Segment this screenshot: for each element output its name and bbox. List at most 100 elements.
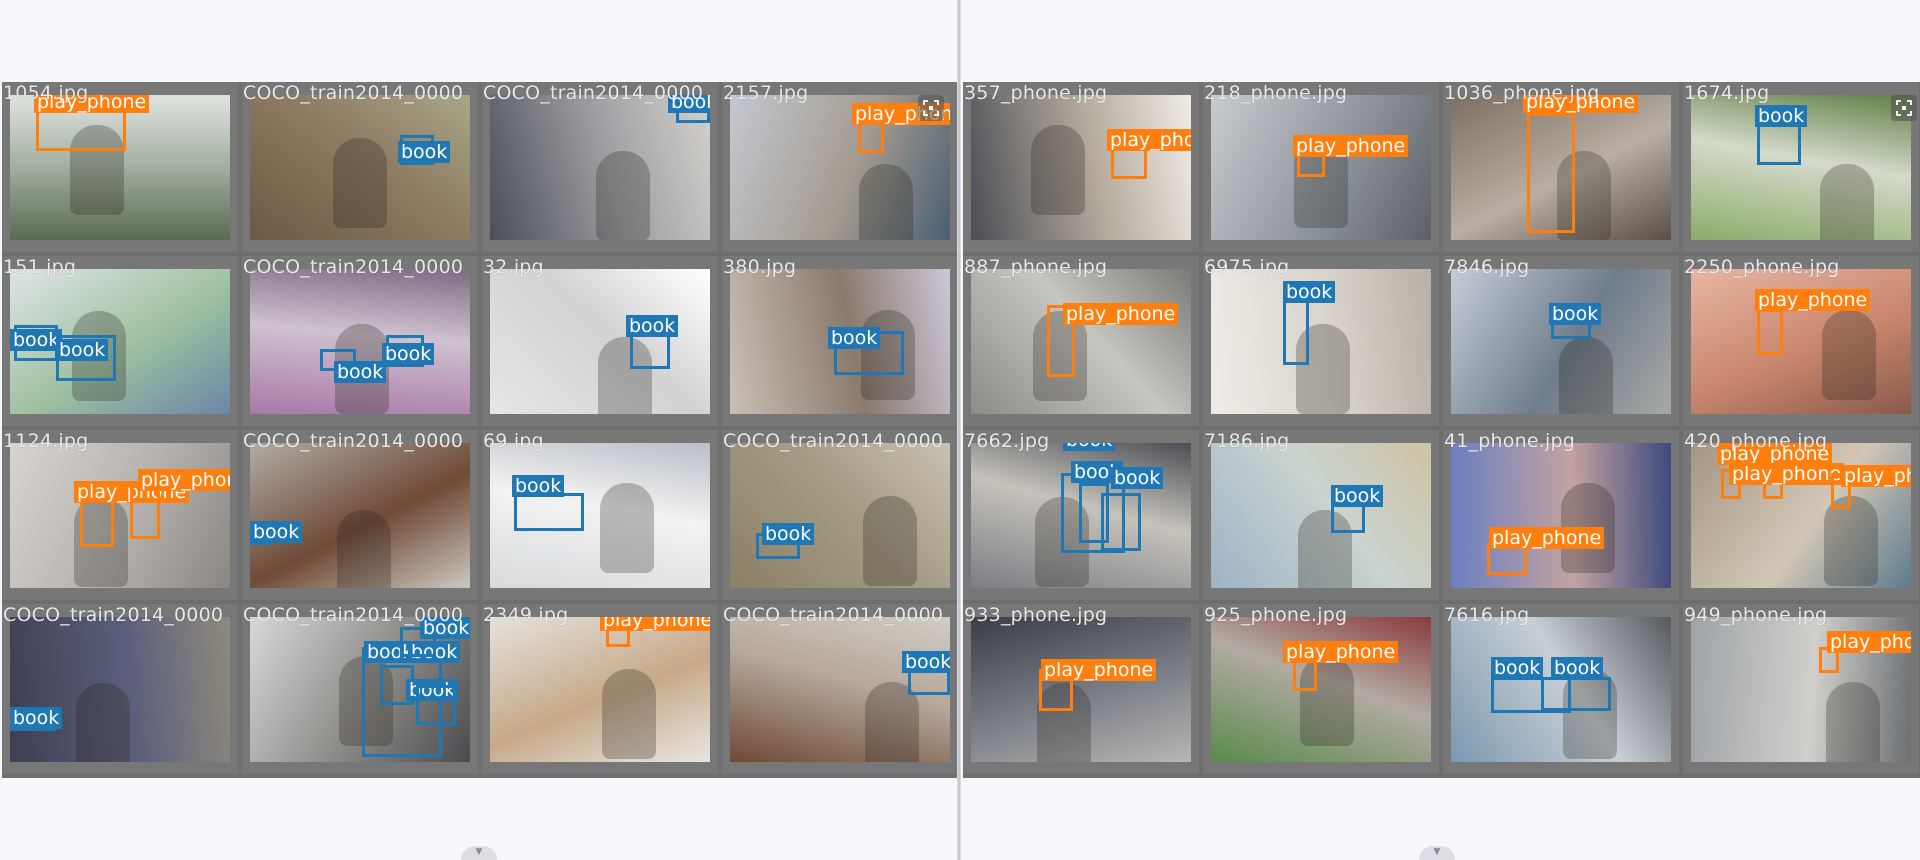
image-tile[interactable]: book book 151.jpg [2,256,238,426]
bounding-box-play-phone [130,485,160,539]
detection-label: book [1111,467,1164,489]
photo-subject [76,683,130,762]
tile-filename: 7846.jpg [1444,256,1530,278]
tile-filename: 7186.jpg [1204,430,1290,452]
tile-filename: 357_phone.jpg [964,82,1108,104]
detection-label: play_phone [138,469,230,491]
image-tile[interactable]: book 6975.jpg [1203,256,1439,426]
image-tile[interactable]: bookCOCO_train2014_0000 [242,430,478,600]
scroll-down-handle-left[interactable]: ▼ [461,846,497,860]
tile-photo: book [1691,95,1911,240]
detection-label: book [10,707,63,729]
tile-photo: bookbookbook [971,443,1191,588]
detection-label: book [626,315,679,337]
image-tile[interactable]: book book COCO_train2014_0000 [242,256,478,426]
image-tile[interactable]: book book 7616.jpg [1443,604,1679,774]
image-tile[interactable]: book 380.jpg [722,256,958,426]
expand-icon [923,100,939,116]
photo-subject [863,496,917,586]
tile-filename: COCO_train2014_0000 [3,604,224,626]
detection-label: book [1755,105,1808,127]
tile-photo: book [10,617,230,762]
tile-photo: book [490,95,710,240]
image-tile[interactable]: play_phone 41_phone.jpg [1443,430,1679,600]
tile-photo: play_phone [1691,617,1911,762]
photo-subject [1826,682,1880,762]
image-tile[interactable]: play_phoneplay_phone1124.jpg [2,430,238,600]
tile-filename: COCO_train2014_0000 [723,604,944,626]
image-tile[interactable]: play_phone 2250_phone.jpg [1683,256,1919,426]
detection-label: play_phone [1755,289,1871,311]
photo-subject [602,669,656,759]
image-tile[interactable]: bookCOCO_train2014_0000 [722,430,958,600]
expand-button-right[interactable] [1891,95,1917,121]
image-tile[interactable]: book 32.jpg [482,256,718,426]
image-tile[interactable]: play_phone 357_phone.jpg [963,82,1199,252]
detection-label: book [56,339,109,361]
image-tile[interactable]: bookCOCO_train2014_0000 [722,604,958,774]
tile-filename: 420_phone.jpg [1684,430,1828,452]
detection-label: book [398,141,451,163]
image-tile[interactable]: book 7846.jpg [1443,256,1679,426]
tile-filename: COCO_train2014_0000 [243,604,464,626]
bounding-box-book [416,685,456,725]
detection-label: play_phone [1489,527,1605,549]
tile-filename: 1674.jpg [1684,82,1770,104]
bounding-box-book [1541,677,1611,711]
photo-subject [596,151,650,240]
detection-label: book [828,327,881,349]
tile-photo: book [250,95,470,240]
tile-photo: play_phone [1451,443,1671,588]
tile-photo: play_phone [10,95,230,240]
tile-filename: COCO_train2014_0000 [723,430,944,452]
tile-photo: play_phoneplay_phone [10,443,230,588]
photo-subject [1559,337,1613,414]
detection-label: book [250,521,303,543]
image-tile[interactable]: bookCOCO_train2014_0000 [242,82,478,252]
detection-label: book [1549,303,1602,325]
tile-filename: COCO_train2014_0000 [483,82,704,104]
image-tile[interactable]: play_phoneplay_phoneplay_phone420_phone.… [1683,430,1919,600]
tile-photo: play_phone [1451,95,1671,240]
tile-filename: 887_phone.jpg [964,256,1108,278]
image-tile[interactable]: play_phone 887_phone.jpg [963,256,1199,426]
tile-filename: 1124.jpg [3,430,89,452]
tile-filename: 6975.jpg [1204,256,1290,278]
image-tile[interactable]: bookCOCO_train2014_0000 [482,82,718,252]
detection-label: play_phone [1283,641,1399,663]
image-tile[interactable]: book 69.jpg [482,430,718,600]
detection-label: book [1283,281,1336,303]
image-tile[interactable]: play_phone 2349.jpg [482,604,718,774]
image-tile[interactable]: book COCO_train2014_0000 [2,604,238,774]
bounding-box-book [1079,483,1109,543]
tile-photo: play_phone [490,617,710,762]
tile-photo: play_phone [1211,617,1431,762]
detection-label: play_phone [1293,135,1409,157]
scroll-down-handle-right[interactable]: ▼ [1419,846,1455,860]
photo-subject [1031,125,1085,215]
image-tile[interactable]: book 1674.jpg [1683,82,1919,252]
image-tile[interactable]: play_phone 218_phone.jpg [1203,82,1439,252]
tile-filename: 32.jpg [483,256,544,278]
tile-photo: play_phone [971,269,1191,414]
image-tile[interactable]: play_phone 933_phone.jpg [963,604,1199,774]
image-tile[interactable]: play_phone 949_phone.jpg [1683,604,1919,774]
tile-filename: 218_phone.jpg [1204,82,1348,104]
detection-label: play_phone [1841,465,1911,487]
image-tile[interactable]: bookbookbook7662.jpg [963,430,1199,600]
detection-label: book [1331,485,1384,507]
image-tile[interactable]: book book book book COCO_train2014_0000 [242,604,478,774]
image-tile[interactable]: book 7186.jpg [1203,430,1439,600]
image-tile[interactable]: play_phone 925_phone.jpg [1203,604,1439,774]
image-viewer-right: play_phone 357_phone.jpg play_phone 218_pho… [961,0,1920,860]
expand-button-left[interactable] [918,95,944,121]
mosaic-grid-left: play_phone 1054.jpg book COCO_train2014_000… [2,82,958,778]
image-tile[interactable]: play_phone 1036_phone.jpg [1443,82,1679,252]
tile-filename: 7616.jpg [1444,604,1530,626]
chevron-down-icon: ▼ [475,847,483,857]
image-tile[interactable]: play_phone 1054.jpg [2,82,238,252]
detection-label: book [334,361,387,383]
tile-photo: play_phone [1691,269,1911,414]
photo-subject [1824,496,1878,586]
tile-filename: 2349.jpg [483,604,569,626]
